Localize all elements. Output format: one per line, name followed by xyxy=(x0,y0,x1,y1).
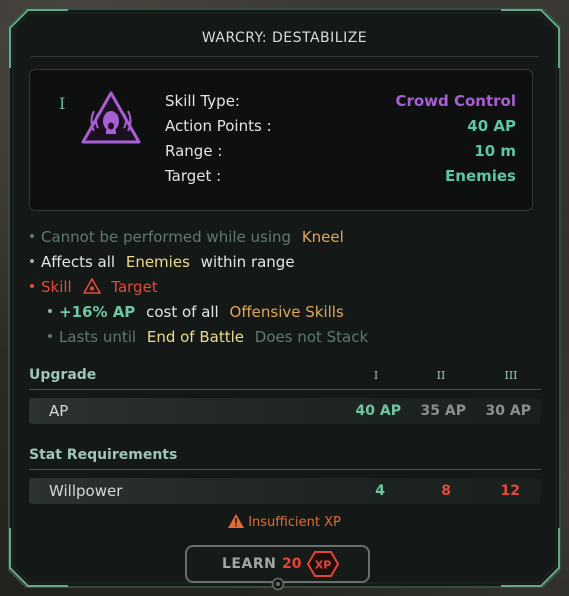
upgrade-col-tier-1: I xyxy=(373,369,379,382)
effect-text: Does not Stack xyxy=(254,328,369,346)
effect-text: cost of all xyxy=(146,303,219,321)
upgrade-divider xyxy=(29,389,541,390)
requirements-divider xyxy=(29,469,541,470)
title-divider xyxy=(30,56,539,57)
skill-tier-numeral: I xyxy=(59,94,66,113)
effect-text: Lasts until xyxy=(59,328,137,346)
requirements-section-title: Stat Requirements xyxy=(29,447,178,463)
requirement-value-tier-1: 4 xyxy=(375,483,385,499)
bullet xyxy=(30,233,34,238)
stat-label-range: Range : xyxy=(165,142,223,160)
upgrade-value-tier-1: 40 AP xyxy=(355,403,401,419)
insufficient-xp-warning: Insufficient XP xyxy=(0,513,569,530)
learn-cost: 20 xyxy=(282,556,302,572)
learn-label: LEARN xyxy=(222,556,277,572)
shouting-head-warcry-icon xyxy=(81,91,141,144)
warning-text: Insufficient XP xyxy=(248,515,341,530)
effect-line-affects: Affects all Enemies within range xyxy=(30,253,295,271)
upgrade-section-title: Upgrade xyxy=(29,367,97,383)
xp-icon-label: XP xyxy=(315,559,332,572)
upgrade-value-tier-3: 30 AP xyxy=(485,403,531,419)
effect-text: Affects all xyxy=(41,253,116,271)
requirements-row-label: Willpower xyxy=(49,482,123,500)
stat-value-range: 10 m xyxy=(474,142,516,160)
stat-label-action-points: Action Points : xyxy=(165,117,272,135)
bullet xyxy=(30,283,34,288)
effect-line-duration: Lasts until End of Battle Does not Stack xyxy=(48,328,368,346)
warning-target-icon xyxy=(82,277,101,294)
effect-line-skill-target: Skill Target xyxy=(30,277,158,296)
effect-line-ap-cost: +16% AP cost of all Offensive Skills xyxy=(48,303,344,321)
warning-icon xyxy=(228,513,245,528)
requirement-value-tier-3: 12 xyxy=(500,483,520,499)
bullet xyxy=(30,258,34,263)
ap-cost-increase: +16% AP xyxy=(59,303,136,321)
stat-label-target: Target : xyxy=(165,167,222,185)
upgrade-col-tier-3: III xyxy=(504,369,518,382)
skill-title: WARCRY: DESTABILIZE xyxy=(201,30,368,46)
upgrade-col-tier-2: II xyxy=(436,369,446,382)
keyword-enemies[interactable]: Enemies xyxy=(126,253,190,271)
upgrade-row-label: AP xyxy=(49,402,69,420)
effect-text: within range xyxy=(200,253,295,271)
bullet xyxy=(48,308,52,313)
stat-value-skill-type: Crowd Control xyxy=(395,92,516,110)
stat-label-skill-type: Skill Type: xyxy=(165,92,240,110)
keyword-target[interactable]: Target xyxy=(111,278,157,296)
stat-value-action-points: 40 AP xyxy=(467,117,516,135)
keyword-end-of-battle[interactable]: End of Battle xyxy=(147,328,244,346)
effect-text: Cannot be performed while using xyxy=(41,228,292,246)
panel-bottom-ornament-icon xyxy=(271,577,285,591)
keyword-kneel[interactable]: Kneel xyxy=(302,228,344,246)
xp-icon: XP xyxy=(306,551,340,577)
requirement-value-tier-2: 8 xyxy=(441,483,451,499)
effect-line-kneel-restriction: Cannot be performed while using Kneel xyxy=(30,228,344,246)
bullet xyxy=(48,333,52,338)
keyword-offensive-skills[interactable]: Offensive Skills xyxy=(230,303,344,321)
upgrade-value-tier-2: 35 AP xyxy=(420,403,466,419)
stat-value-target: Enemies xyxy=(445,167,516,185)
keyword-skill[interactable]: Skill xyxy=(41,278,72,296)
